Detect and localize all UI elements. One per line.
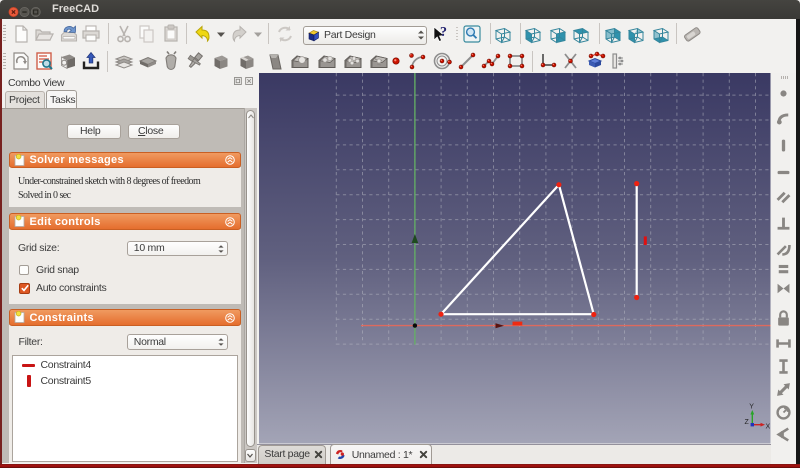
svg-text:Z: Z [745,419,750,426]
svg-text:?: ? [440,25,447,40]
svg-text:Y: Y [749,404,754,411]
